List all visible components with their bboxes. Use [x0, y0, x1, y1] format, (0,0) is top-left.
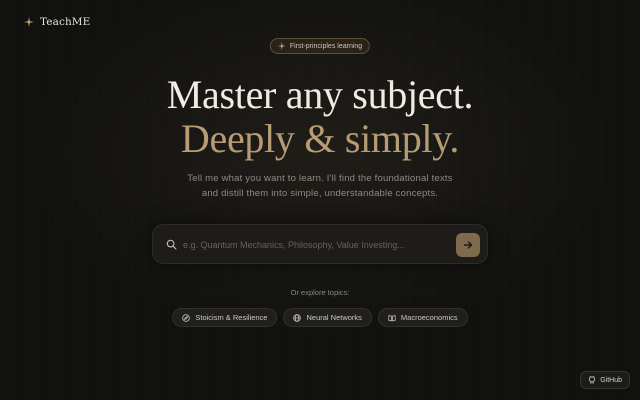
compass-icon	[182, 313, 191, 322]
search-bar	[152, 224, 488, 264]
topic-chip-label: Neural Networks	[306, 313, 362, 322]
github-label: GitHub	[600, 376, 622, 384]
topic-chip-stoicism[interactable]: Stoicism & Resilience	[172, 308, 278, 327]
hero-subtitle: Tell me what you want to learn. I'll fin…	[0, 172, 640, 201]
topic-chip-label: Stoicism & Resilience	[195, 313, 268, 322]
search-icon	[166, 239, 177, 250]
submit-button[interactable]	[456, 233, 480, 257]
github-button[interactable]: GitHub	[580, 371, 630, 389]
globe-icon	[293, 313, 302, 322]
subtitle-line-1: Tell me what you want to learn. I'll fin…	[187, 173, 453, 184]
topic-chips: Stoicism & Resilience Neural Networks Ma…	[0, 308, 640, 327]
arrow-right-icon	[463, 241, 473, 249]
sparkle-icon	[24, 17, 34, 27]
app-name: TeachME	[40, 16, 91, 28]
hero-title-accent: Deeply & simply.	[180, 116, 460, 161]
tagline-badge: First-principles learning	[269, 38, 371, 54]
subtitle-line-2: and distill them into simple, understand…	[201, 187, 439, 199]
badge-text: First-principles learning	[289, 42, 363, 50]
topic-chip-label: Macroeconomics	[400, 313, 458, 322]
explore-label: Or explore topics:	[290, 288, 350, 297]
app-logo[interactable]: TeachME	[24, 16, 90, 28]
github-icon	[589, 376, 596, 384]
search-input[interactable]	[183, 235, 453, 255]
topic-chip-neural-networks[interactable]: Neural Networks	[283, 308, 372, 327]
sparkle-icon	[277, 42, 286, 50]
hero-title: Master any subject.	[166, 72, 474, 117]
topic-chip-macroeconomics[interactable]: Macroeconomics	[377, 308, 468, 327]
book-icon	[388, 314, 396, 321]
